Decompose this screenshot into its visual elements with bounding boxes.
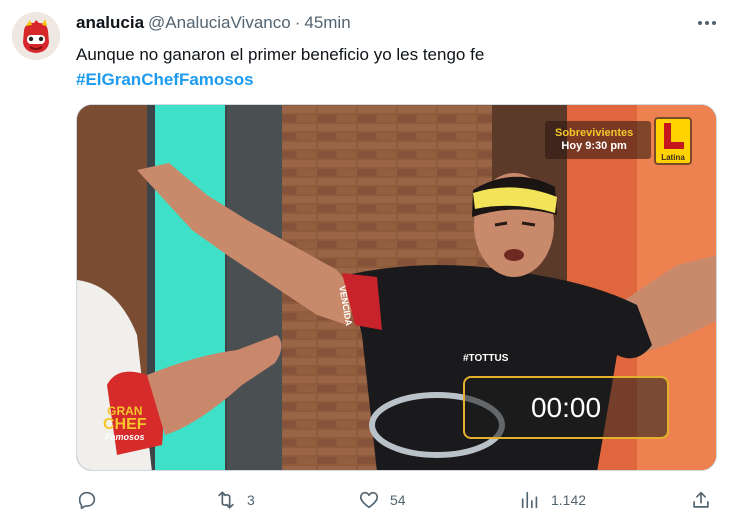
avatar[interactable]: [12, 12, 60, 60]
red-toy-character-avatar-icon: [12, 12, 60, 60]
latina-l-icon: [664, 123, 684, 149]
tweet-body: Aunque no ganaron el primer beneficio yo…: [76, 45, 485, 64]
promo-time: Hoy 9:30 pm: [561, 140, 627, 152]
more-horizontal-icon[interactable]: [696, 14, 718, 32]
retweet-icon: [218, 491, 234, 509]
tweet-card[interactable]: analucia @AnaluciaVivanco · 45min Aunque…: [0, 0, 736, 525]
hashtag-link[interactable]: #ElGranChefFamosos: [76, 67, 484, 92]
views-button[interactable]: 1.142: [519, 486, 586, 514]
like-count: 54: [390, 492, 406, 508]
channel-name: Latina: [661, 153, 685, 162]
separator-dot: ·: [294, 13, 301, 32]
share-icon: [693, 491, 709, 508]
promo-overlay: Sobrevivientes Hoy 9:30 pm: [555, 127, 633, 153]
channel-logo: Latina: [654, 117, 692, 165]
timestamp[interactable]: 45min: [304, 13, 350, 33]
share-button[interactable]: [690, 486, 722, 514]
like-button[interactable]: 54: [358, 486, 406, 514]
show-logo-line2: CHEF: [103, 416, 147, 433]
tweet-header: analucia @AnaluciaVivanco · 45min: [76, 12, 351, 34]
user-handle[interactable]: @AnaluciaVivanco: [148, 13, 291, 33]
views-count: 1.142: [551, 492, 587, 508]
tweet-media-image[interactable]: Sobrevivientes Hoy 9:30 pm Latina #TOTTU…: [76, 104, 717, 471]
reply-icon: [78, 491, 96, 510]
display-name[interactable]: analucia: [76, 13, 144, 33]
countdown-timer: 00:00: [463, 376, 669, 439]
tweet-text: Aunque no ganaron el primer beneficio yo…: [76, 42, 484, 92]
promo-title: Sobrevivientes: [555, 127, 634, 139]
shirt-text: #TOTTUS: [463, 353, 509, 364]
action-bar: 3 54 1.142: [0, 486, 736, 514]
show-logo: GRAN CHEF Famosos: [103, 405, 147, 444]
views-chart-icon: [521, 491, 538, 509]
retweet-count: 3: [247, 492, 255, 508]
heart-icon: [359, 491, 379, 509]
show-logo-line3: Famosos: [105, 432, 145, 442]
reply-button[interactable]: [76, 486, 108, 514]
retweet-button[interactable]: 3: [215, 486, 255, 514]
